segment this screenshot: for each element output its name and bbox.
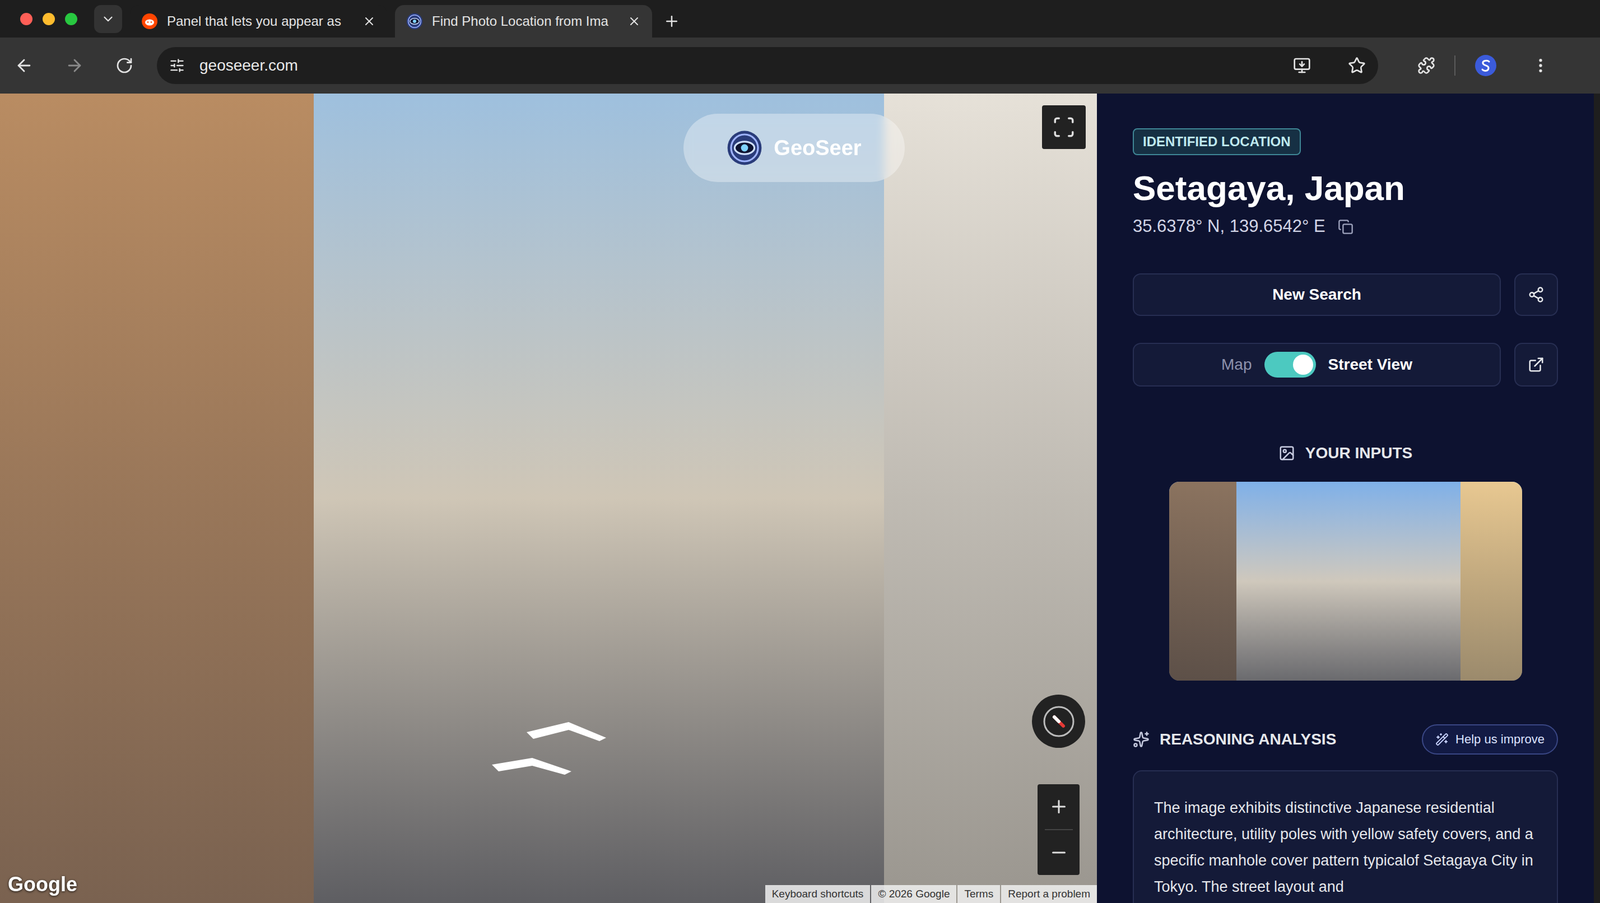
back-icon[interactable] xyxy=(14,56,34,76)
sparkles-icon xyxy=(1132,731,1150,748)
zoom-in-button[interactable] xyxy=(1048,784,1069,830)
zoom-in-icon xyxy=(1048,796,1069,817)
bookmark-star-icon[interactable] xyxy=(1347,56,1366,75)
external-link-icon xyxy=(1527,356,1545,374)
tab-title: Find Photo Location from Ima xyxy=(431,11,619,32)
share-icon xyxy=(1527,286,1545,304)
help-improve-button[interactable]: Help us improve xyxy=(1421,724,1558,755)
url-text: geoseeer.com xyxy=(199,53,1279,78)
tab-strip: Panel that lets you appear as Find Photo … xyxy=(0,0,1600,38)
input-photo[interactable] xyxy=(1169,481,1523,681)
install-app-icon[interactable] xyxy=(1292,56,1311,75)
site-info-icon[interactable] xyxy=(169,57,185,74)
view-switch[interactable] xyxy=(1264,351,1316,378)
map-option[interactable]: Map xyxy=(1221,352,1252,377)
footer-link[interactable]: Report a problem xyxy=(1001,885,1097,903)
wand-icon xyxy=(1435,732,1449,747)
compass-button[interactable] xyxy=(1031,694,1086,748)
window-edge xyxy=(1593,93,1600,903)
street-view-photo xyxy=(0,93,1097,903)
close-tab-icon[interactable] xyxy=(627,14,641,29)
tab-search-button[interactable] xyxy=(94,5,123,34)
toolbar: geoseeer.com xyxy=(0,37,1600,94)
menu-icon[interactable] xyxy=(1531,56,1550,75)
close-tab-icon[interactable] xyxy=(362,14,376,29)
geoseer-favicon-icon xyxy=(406,12,423,30)
close-window-button[interactable] xyxy=(20,12,33,26)
view-toggle: Map Street View xyxy=(1132,342,1501,387)
window-controls xyxy=(0,0,95,38)
maximize-window-button[interactable] xyxy=(64,12,78,26)
footer-link[interactable]: Keyboard shortcuts xyxy=(765,885,871,903)
browser-tab[interactable]: Find Photo Location from Ima xyxy=(394,5,653,38)
profile-avatar-icon[interactable] xyxy=(1474,54,1497,77)
street-view-option[interactable]: Street View xyxy=(1328,352,1413,377)
zoom-control xyxy=(1037,784,1080,876)
zoom-out-button[interactable] xyxy=(1048,830,1069,876)
reddit-favicon-icon xyxy=(141,12,158,30)
page-content: GeoSeer Google Keyboard shortcuts© 2026 Go… xyxy=(0,93,1600,903)
map-footer: Keyboard shortcuts© 2026 GoogleTermsRepo… xyxy=(765,885,1097,903)
street-view[interactable]: GeoSeer Google Keyboard shortcuts© 2026 Go… xyxy=(0,93,1097,903)
chevron-down-icon xyxy=(100,11,116,27)
copy-icon[interactable] xyxy=(1337,219,1354,235)
geoseer-logo-icon xyxy=(726,129,763,166)
fullscreen-button[interactable] xyxy=(1042,105,1086,150)
identified-badge: IDENTIFIED LOCATION xyxy=(1132,128,1301,156)
location-title: Setagaya, Japan xyxy=(1132,167,1558,209)
zoom-out-icon xyxy=(1048,842,1069,863)
footer-link[interactable]: Terms xyxy=(957,885,1000,903)
new-tab-icon[interactable] xyxy=(663,12,681,30)
open-external-button[interactable] xyxy=(1514,342,1558,387)
image-icon xyxy=(1278,444,1296,462)
browser-window: Panel that lets you appear as Find Photo … xyxy=(0,0,1600,903)
omnibox[interactable]: geoseeer.com xyxy=(156,47,1379,85)
brand-name: GeoSeer xyxy=(773,132,862,165)
brand-pill: GeoSeer xyxy=(683,113,905,183)
extensions-icon[interactable] xyxy=(1417,56,1436,75)
provider-logo: Google xyxy=(7,869,78,900)
result-panel: IDENTIFIED LOCATION Setagaya, Japan 35.637… xyxy=(1096,93,1594,903)
navigation-arrows-icon[interactable] xyxy=(487,715,611,789)
tab-title: Panel that lets you appear as xyxy=(166,11,354,32)
footer-link[interactable]: © 2026 Google xyxy=(871,885,957,903)
reasoning-text: The image exhibits distinctive Japanese … xyxy=(1154,794,1537,901)
coordinates: 35.6378° N, 139.6542° E xyxy=(1132,213,1326,240)
new-search-button[interactable]: New Search xyxy=(1132,273,1501,316)
inputs-title: YOUR INPUTS xyxy=(1305,441,1413,465)
minimize-window-button[interactable] xyxy=(42,12,55,26)
share-button[interactable] xyxy=(1514,273,1558,316)
reasoning-box: The image exhibits distinctive Japanese … xyxy=(1132,770,1558,903)
reload-icon[interactable] xyxy=(115,56,134,75)
fullscreen-icon xyxy=(1052,115,1076,139)
compass-icon xyxy=(1042,704,1076,739)
forward-icon xyxy=(64,56,85,76)
reasoning-title: REASONING ANALYSIS xyxy=(1159,727,1412,752)
browser-tab[interactable]: Panel that lets you appear as xyxy=(129,5,388,38)
